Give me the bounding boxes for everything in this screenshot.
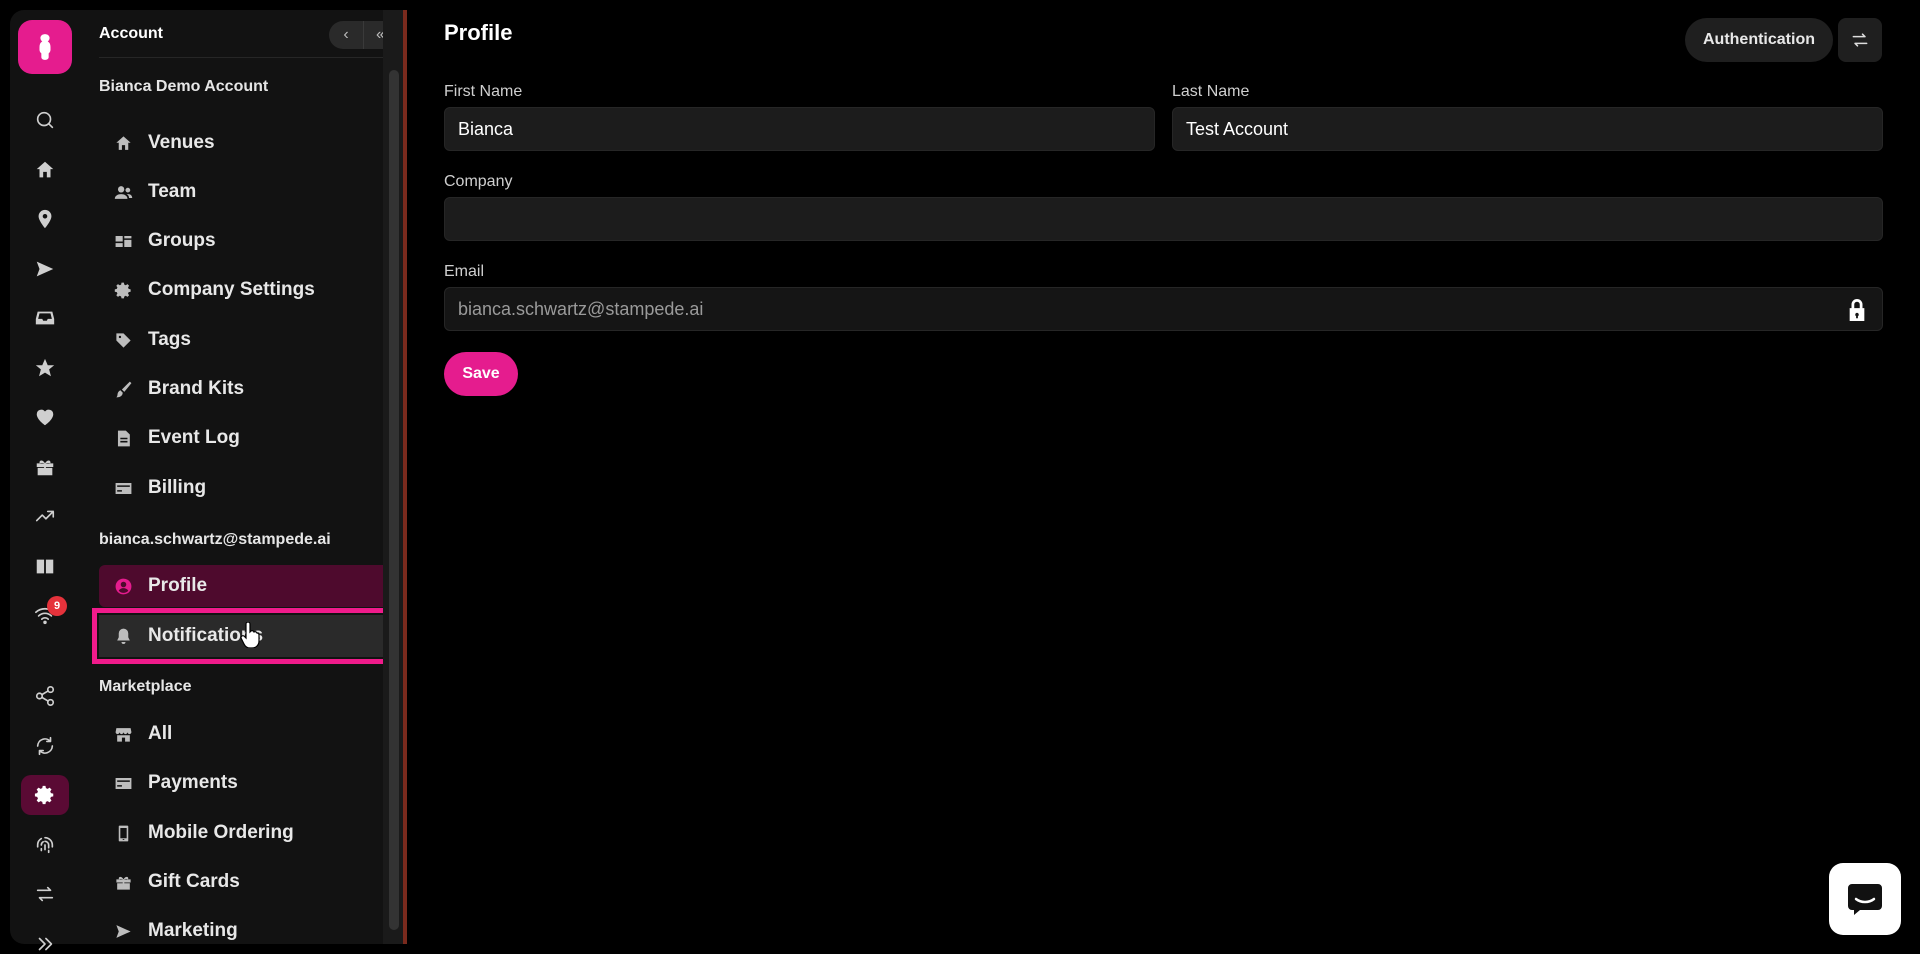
sidebar-scrollbar[interactable]	[389, 70, 399, 930]
email-field: bianca.schwartz@stampede.ai	[444, 287, 1883, 331]
company-field[interactable]	[444, 197, 1883, 241]
account-sidebar: Account ‹ « Bianca Demo Account Venues T…	[82, 10, 407, 944]
sidebar-item-brand-kits[interactable]: Brand Kits	[99, 368, 389, 410]
sidebar-item-label: Tags	[148, 329, 191, 350]
sidebar-header: Account ‹ «	[99, 10, 399, 58]
first-name-label: First Name	[444, 83, 523, 100]
email-label: Email	[444, 263, 485, 280]
sidebar-item-label: Payments	[148, 772, 238, 793]
store-icon	[112, 723, 134, 745]
trending-up-icon[interactable]	[21, 496, 69, 536]
send-icon[interactable]	[21, 249, 69, 289]
sidebar-item-event-log[interactable]: Event Log	[99, 417, 389, 459]
tag-icon	[112, 329, 134, 351]
document-icon	[112, 427, 134, 449]
send-icon	[112, 920, 134, 942]
sidebar-item-label: Billing	[148, 477, 207, 498]
bell-icon	[112, 625, 134, 647]
location-pin-icon[interactable]	[21, 199, 69, 239]
sidebar-item-tags[interactable]: Tags	[99, 319, 389, 361]
mobile-icon	[112, 822, 134, 844]
wifi-icon[interactable]: 9	[21, 595, 69, 635]
section-label-account: Bianca Demo Account	[99, 78, 269, 95]
home-icon	[112, 132, 134, 154]
sidebar-item-billing[interactable]: Billing	[99, 467, 389, 509]
search-icon[interactable]	[21, 100, 69, 140]
sidebar-item-label: Gift Cards	[148, 871, 240, 892]
first-name-field[interactable]	[444, 107, 1155, 151]
chat-bubble-icon	[1848, 884, 1882, 915]
profile-main: Profile Authentication First Name Last N…	[411, 0, 1920, 954]
section-label-user: bianca.schwartz@stampede.ai	[99, 531, 331, 548]
sidebar-item-label: Brand Kits	[148, 378, 245, 399]
sidebar-item-company-settings[interactable]: Company Settings	[99, 269, 389, 311]
switch-account-button[interactable]	[1838, 18, 1882, 62]
notification-badge: 9	[47, 596, 67, 616]
hand-cursor-icon	[240, 622, 260, 648]
sidebar-item-label: Mobile Ordering	[148, 822, 294, 843]
swap-arrows-icon	[1852, 33, 1868, 47]
last-name-field[interactable]	[1172, 107, 1883, 151]
sidebar-item-team[interactable]: Team	[99, 171, 389, 213]
email-value: bianca.schwartz@stampede.ai	[458, 298, 704, 319]
users-icon	[112, 181, 134, 203]
share-icon[interactable]	[21, 676, 69, 716]
lock-icon	[1846, 298, 1868, 322]
gear-icon	[112, 279, 134, 301]
sidebar-item-label: Team	[148, 181, 197, 202]
star-icon[interactable]	[21, 348, 69, 388]
icon-rail: 9	[10, 10, 82, 951]
save-button[interactable]: Save	[444, 352, 518, 396]
sidebar-item-marketing[interactable]: Marketing	[99, 910, 389, 944]
stampede-logo-icon[interactable]	[18, 20, 72, 74]
chat-support-button[interactable]	[1829, 863, 1901, 935]
refresh-icon[interactable]	[21, 726, 69, 766]
sidebar-item-gift-cards[interactable]: Gift Cards	[99, 861, 389, 903]
card-icon	[112, 772, 134, 794]
sidebar-title: Account	[99, 24, 163, 42]
sidebar-item-label: Event Log	[148, 427, 240, 448]
sidebar-item-venues[interactable]: Venues	[99, 122, 389, 164]
home-icon[interactable]	[21, 150, 69, 190]
switch-arrows-icon[interactable]	[21, 874, 69, 914]
heart-icon[interactable]	[21, 397, 69, 437]
sidebar-item-label: Venues	[148, 132, 215, 153]
sidebar-item-label: Profile	[148, 575, 208, 596]
last-name-label: Last Name	[1172, 83, 1250, 100]
gift-icon[interactable]	[21, 447, 69, 487]
sidebar-item-groups[interactable]: Groups	[99, 220, 389, 262]
authentication-button[interactable]: Authentication	[1685, 18, 1833, 62]
sidebar-item-label: Groups	[148, 230, 216, 251]
chevron-left-icon[interactable]: ‹	[329, 21, 363, 49]
card-icon	[112, 477, 134, 499]
brush-icon	[112, 378, 134, 400]
book-icon[interactable]	[21, 546, 69, 586]
expand-double-chevron-icon[interactable]	[21, 924, 69, 954]
gift-icon	[112, 871, 134, 893]
sidebar-item-label: Marketing	[148, 920, 238, 941]
sidebar-item-payments[interactable]: Payments	[99, 762, 389, 804]
settings-gear-icon[interactable]	[21, 775, 69, 815]
groups-icon	[112, 230, 134, 252]
sidebar-item-profile[interactable]: Profile	[99, 565, 389, 607]
section-label-marketplace: Marketplace	[99, 678, 192, 695]
sidebar-item-mobile-ordering[interactable]: Mobile Ordering	[99, 812, 389, 854]
sidebar-item-all[interactable]: All	[99, 713, 389, 755]
page-title: Profile	[444, 20, 513, 45]
company-label: Company	[444, 173, 513, 190]
sidebar-item-label: Company Settings	[148, 279, 315, 300]
user-circle-icon	[112, 575, 134, 597]
inbox-icon[interactable]	[21, 298, 69, 338]
fingerprint-icon[interactable]	[21, 825, 69, 865]
sidebar-item-label: All	[148, 723, 173, 744]
